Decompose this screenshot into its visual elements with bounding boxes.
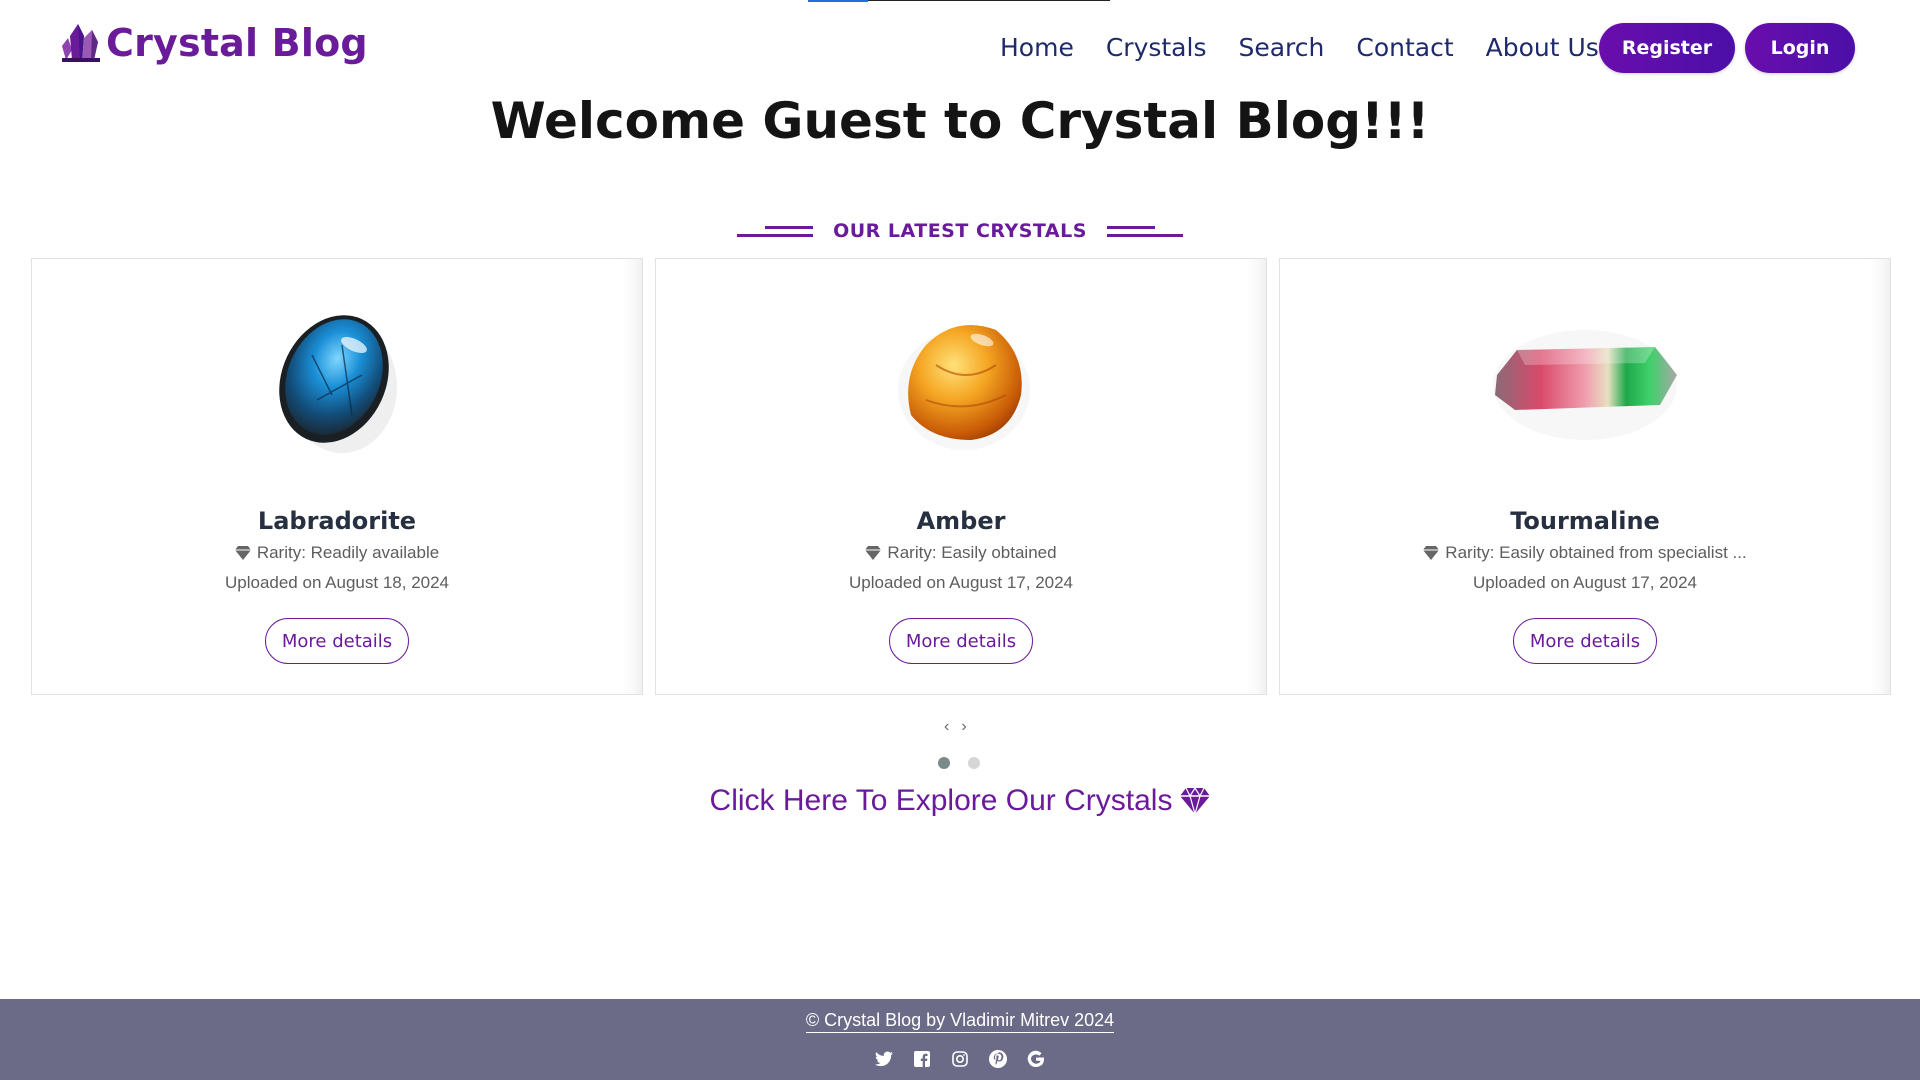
copyright: © Crystal Blog by Vladimir Mitrev 2024 [0, 1010, 1920, 1033]
card-image [1280, 305, 1890, 445]
card-rarity: Rarity: Easily obtained [656, 543, 1266, 563]
crystal-card: Amber Rarity: Easily obtained Uploaded o… [655, 258, 1267, 695]
card-rarity-text: Rarity: Easily obtained [887, 543, 1057, 562]
more-details-button[interactable]: More details [1513, 618, 1657, 664]
heading-decoration-right [1106, 224, 1183, 238]
crystal-card: Labradorite Rarity: Readily available Up… [31, 258, 643, 695]
tourmaline-crystal-image [1493, 330, 1677, 440]
crystal-card: Tourmaline Rarity: Easily obtained from … [1279, 258, 1891, 695]
nav-home[interactable]: Home [1000, 24, 1074, 72]
footer: © Crystal Blog by Vladimir Mitrev 2024 [0, 999, 1920, 1080]
card-rarity-text: Rarity: Easily obtained from specialist … [1445, 543, 1747, 562]
explore-link-label: Click Here To Explore Our Crystals [709, 784, 1173, 817]
gem-icon [234, 546, 251, 560]
card-upload-date: Uploaded on August 18, 2024 [224, 573, 450, 592]
section-heading: OUR LATEST CRYSTALS [0, 220, 1920, 242]
card-image [32, 305, 642, 453]
heading-decoration-left [737, 224, 814, 238]
more-details-button[interactable]: More details [889, 618, 1033, 664]
facebook-icon[interactable] [912, 1049, 932, 1069]
card-upload-date: Uploaded on August 17, 2024 [1472, 573, 1698, 592]
brand-name: Crystal Blog [106, 21, 368, 65]
gem-icon [1423, 546, 1440, 560]
carousel-dot-1[interactable] [938, 757, 950, 769]
carousel-pagination [938, 757, 980, 769]
explore-section: Click Here To Explore Our Crystals [0, 784, 1920, 818]
copyright-text: © Crystal Blog by Vladimir Mitrev 2024 [805, 1010, 1115, 1033]
card-title: Tourmaline [1510, 507, 1660, 535]
nav-about-us[interactable]: About Us [1486, 24, 1599, 72]
brand-logo[interactable]: Crystal Blog [58, 20, 368, 66]
carousel-next-button[interactable]: › [961, 718, 966, 736]
nav-search[interactable]: Search [1238, 24, 1324, 72]
nav-crystals[interactable]: Crystals [1106, 24, 1207, 72]
card-rarity-text: Rarity: Readily available [256, 543, 440, 562]
page-title: Welcome Guest to Crystal Blog!!! [490, 92, 1430, 150]
pinterest-icon[interactable] [988, 1049, 1008, 1069]
section-title: OUR LATEST CRYSTALS [833, 220, 1087, 242]
more-details-button[interactable]: More details [265, 618, 409, 664]
card-title: Labradorite [257, 507, 417, 535]
carousel-controls: ‹ › [944, 718, 967, 736]
social-links [0, 1049, 1920, 1069]
gem-icon [865, 546, 882, 560]
amber-stone-image [898, 325, 1030, 450]
card-title: Amber [916, 507, 1006, 535]
google-icon[interactable] [1026, 1049, 1046, 1069]
main-nav: Home Crystals Search Contact About Us [1000, 24, 1599, 72]
crystal-cluster-icon [62, 24, 100, 62]
carousel-dot-2[interactable] [968, 757, 980, 769]
card-rarity: Rarity: Easily obtained from specialist … [1280, 543, 1890, 563]
gem-icon [1180, 788, 1211, 814]
card-image [656, 305, 1266, 450]
nav-contact[interactable]: Contact [1356, 24, 1453, 72]
carousel-prev-button[interactable]: ‹ [944, 718, 949, 736]
card-upload-date: Uploaded on August 17, 2024 [848, 573, 1074, 592]
card-rarity: Rarity: Readily available [32, 543, 642, 563]
explore-crystals-link[interactable]: Click Here To Explore Our Crystals [710, 784, 1211, 818]
crystal-carousel: Labradorite Rarity: Readily available Up… [31, 258, 1891, 695]
login-button[interactable]: Login [1745, 23, 1855, 73]
twitter-icon[interactable] [874, 1049, 894, 1069]
labradorite-stone-image [279, 315, 397, 453]
loading-bar [808, 0, 1110, 2]
register-button[interactable]: Register [1599, 23, 1735, 73]
instagram-icon[interactable] [950, 1049, 970, 1069]
